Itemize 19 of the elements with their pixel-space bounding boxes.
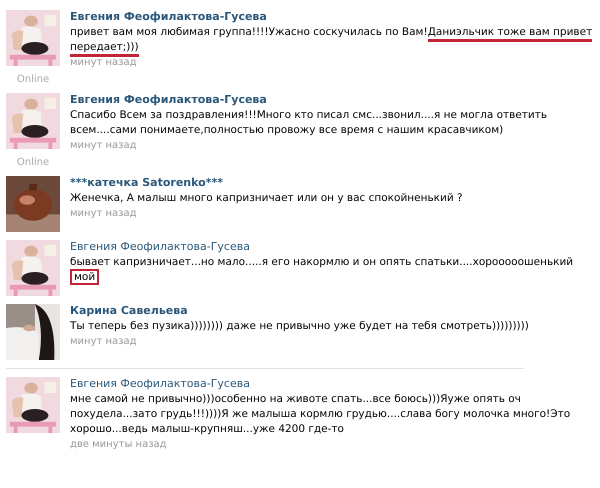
comment-text: бывает капризничает...но мало.....я его накормлю и он опять спатьки....хорооооошенький мой (70, 255, 574, 285)
comment-time: минут назад (70, 208, 137, 219)
author-link[interactable]: ***катечка Satorenko*** (70, 176, 223, 189)
author-link[interactable]: Евгения Феофилактова-Гусева (70, 240, 250, 253)
author-link[interactable]: Карина Савельева (70, 304, 188, 317)
online-status: Online (16, 74, 50, 85)
comment-time: минут назад (70, 336, 137, 347)
comment-time: две минуты назад (70, 439, 167, 450)
comment-time: минут назад (70, 140, 137, 151)
author-link[interactable]: Евгения Феофилактова-Гусева (70, 377, 250, 390)
author-link[interactable]: Евгения Феофилактова-Гусева (70, 93, 267, 106)
comment-text: Спасибо Всем за поздравления!!!Много кто писал смс...звонил....я не могла ответить всем....сами понимаете,полностью провожу все время с нашим красавчиком) (70, 108, 548, 138)
comment-text: привет вам моя любимая группа!!!!Ужасно соскучилась по Вам!Даниэльчик тоже вам привет передает;))) (70, 25, 594, 55)
comment-text: мне самой не привычно)))особенно на животе спать...все боюсь)))Яуже опять оч похудела...зато грудь!!!))))Я же малыша кормлю грудью....слава богу молочка много!Это хорошо...ведь малыш-крупняш...уже 4200 где-то (70, 392, 572, 437)
comment-time: минут назад (70, 57, 137, 68)
comment-text: Женечка, А малыш много капризничает или он у вас спокойненький ? (70, 191, 463, 206)
author-link[interactable]: Евгения Феофилактова-Гусева (70, 10, 267, 23)
comment-text: Ты теперь без пузика)))))))) даже не привычно уже будет на тебя смотреть))))))))) (70, 319, 529, 334)
online-status: Online (16, 157, 50, 168)
